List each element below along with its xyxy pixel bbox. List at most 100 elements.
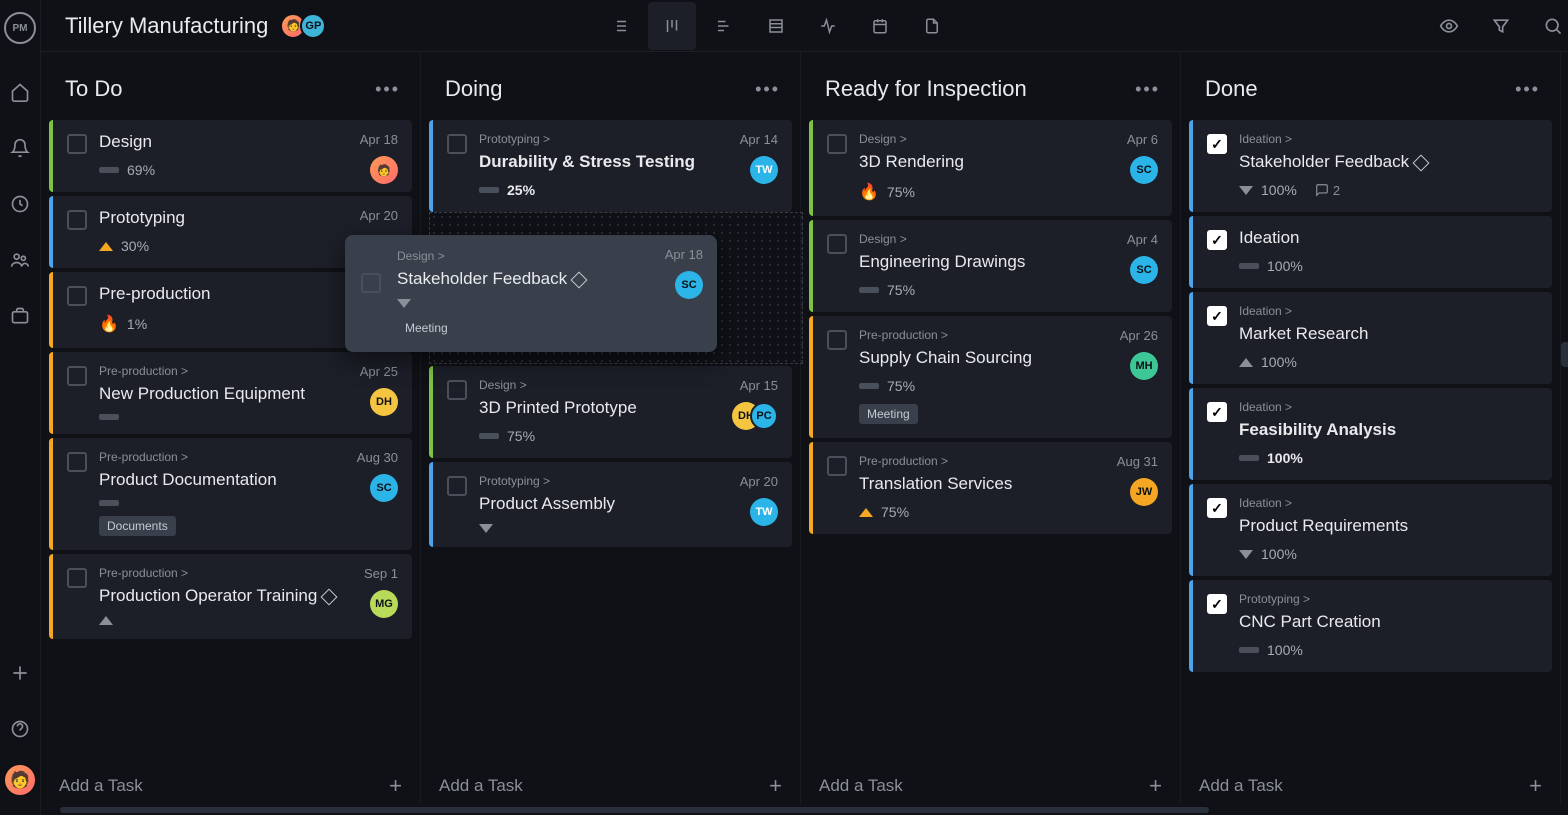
task-card[interactable]: Prototyping > Durability & Stress Testin… xyxy=(429,120,792,212)
activity-view-icon[interactable] xyxy=(804,2,852,50)
column-title: Done xyxy=(1205,76,1258,102)
search-icon[interactable] xyxy=(1537,2,1568,50)
card-percent: 100% xyxy=(1261,546,1297,562)
task-card[interactable]: Ideation > Stakeholder Feedback 100% 2 xyxy=(1189,120,1552,212)
files-view-icon[interactable] xyxy=(908,2,956,50)
card-title: Ideation xyxy=(1239,228,1538,248)
app-logo[interactable]: PM xyxy=(4,12,36,44)
edge-column-tab[interactable]: To xyxy=(1561,342,1568,367)
task-card[interactable]: Prototyping > Product Assembly Apr 20TW xyxy=(429,462,792,547)
priority-down-icon xyxy=(397,299,411,308)
card-parent: Prototyping > xyxy=(1239,592,1538,606)
list-view-icon[interactable] xyxy=(596,2,644,50)
member-chip[interactable]: GP xyxy=(300,13,326,39)
assignee-avatar[interactable]: DH xyxy=(370,388,398,416)
task-card[interactable]: Pre-production > New Production Equipmen… xyxy=(49,352,412,434)
plus-icon: + xyxy=(769,773,782,799)
card-checkbox[interactable] xyxy=(1207,306,1227,326)
board-column: Done ••• Ideation > Stakeholder Feedback… xyxy=(1181,52,1561,815)
assignee-avatar[interactable]: TW xyxy=(750,498,778,526)
task-card[interactable]: Ideation > Feasibility Analysis 100% xyxy=(1189,388,1552,480)
column-menu-icon[interactable]: ••• xyxy=(375,79,400,100)
task-card[interactable]: Pre-production > Production Operator Tra… xyxy=(49,554,412,639)
home-icon[interactable] xyxy=(0,72,40,112)
card-checkbox[interactable] xyxy=(361,273,381,293)
card-parent: Design > xyxy=(859,132,1158,146)
assignee-avatar[interactable]: PC xyxy=(750,402,778,430)
board-view-icon[interactable] xyxy=(648,2,696,50)
card-checkbox[interactable] xyxy=(1207,402,1227,422)
card-checkbox[interactable] xyxy=(67,286,87,306)
calendar-view-icon[interactable] xyxy=(856,2,904,50)
assignee-avatar[interactable]: MG xyxy=(370,590,398,618)
task-card[interactable]: Pre-production > Product Documentation D… xyxy=(49,438,412,550)
card-checkbox[interactable] xyxy=(827,456,847,476)
member-chips[interactable]: 🧑 GP xyxy=(286,13,326,39)
card-checkbox[interactable] xyxy=(67,452,87,472)
card-checkbox[interactable] xyxy=(1207,134,1227,154)
card-checkbox[interactable] xyxy=(1207,230,1227,250)
card-checkbox[interactable] xyxy=(827,234,847,254)
assignee-avatar[interactable]: 🧑 xyxy=(370,156,398,184)
dragging-card[interactable]: Design > Stakeholder Feedback Meeting Ap… xyxy=(345,235,717,352)
card-percent: 100% xyxy=(1267,642,1303,658)
card-date: Apr 15 xyxy=(740,378,778,393)
card-percent: 100% xyxy=(1267,450,1303,466)
task-card[interactable]: Design 69% Apr 18🧑 xyxy=(49,120,412,192)
task-card[interactable]: Ideation > Market Research 100% xyxy=(1189,292,1552,384)
card-checkbox[interactable] xyxy=(67,134,87,154)
bell-icon[interactable] xyxy=(0,128,40,168)
clock-icon[interactable] xyxy=(0,184,40,224)
card-checkbox[interactable] xyxy=(447,134,467,154)
help-icon[interactable] xyxy=(0,709,40,749)
column-header: To Do ••• xyxy=(41,52,420,120)
card-checkbox[interactable] xyxy=(1207,498,1227,518)
filter-icon[interactable] xyxy=(1485,2,1517,50)
comment-icon[interactable]: 2 xyxy=(1315,183,1340,198)
card-checkbox[interactable] xyxy=(447,476,467,496)
plus-icon: + xyxy=(389,773,402,799)
priority-bar-icon xyxy=(99,500,119,506)
assignee-avatar[interactable]: SC xyxy=(1130,256,1158,284)
card-checkbox[interactable] xyxy=(827,330,847,350)
task-card[interactable]: Ideation > Product Requirements 100% xyxy=(1189,484,1552,576)
task-card[interactable]: Ideation 100% xyxy=(1189,216,1552,288)
card-percent: 25% xyxy=(507,182,535,198)
kanban-board: To Do ••• Design 69% Apr 18🧑 Prototyping… xyxy=(41,52,1568,815)
task-card[interactable]: Design > 3D Rendering 🔥75% Apr 6SC xyxy=(809,120,1172,216)
card-checkbox[interactable] xyxy=(447,380,467,400)
assignee-avatar[interactable]: SC xyxy=(675,271,703,299)
task-card[interactable]: Design > Engineering Drawings 75% Apr 4S… xyxy=(809,220,1172,312)
assignee-avatar[interactable]: TW xyxy=(750,156,778,184)
plus-icon[interactable] xyxy=(0,653,40,693)
assignee-avatar[interactable]: SC xyxy=(1130,156,1158,184)
card-checkbox[interactable] xyxy=(67,210,87,230)
assignee-avatar[interactable]: SC xyxy=(370,474,398,502)
task-card[interactable]: Pre-production > Translation Services 75… xyxy=(809,442,1172,534)
column-menu-icon[interactable]: ••• xyxy=(1515,79,1540,100)
eye-icon[interactable] xyxy=(1433,2,1465,50)
sheet-view-icon[interactable] xyxy=(752,2,800,50)
add-task-label: Add a Task xyxy=(1199,776,1283,796)
assignee-avatar[interactable]: MH xyxy=(1130,352,1158,380)
card-date: Apr 4 xyxy=(1127,232,1158,247)
people-icon[interactable] xyxy=(0,240,40,280)
horizontal-scrollbar[interactable] xyxy=(56,805,1568,815)
assignee-avatar[interactable]: JW xyxy=(1130,478,1158,506)
card-checkbox[interactable] xyxy=(827,134,847,154)
gantt-view-icon[interactable] xyxy=(700,2,748,50)
briefcase-icon[interactable] xyxy=(0,296,40,336)
column-menu-icon[interactable]: ••• xyxy=(1135,79,1160,100)
task-card[interactable]: Pre-production > Supply Chain Sourcing 7… xyxy=(809,316,1172,438)
card-checkbox[interactable] xyxy=(67,366,87,386)
card-checkbox[interactable] xyxy=(67,568,87,588)
card-percent: 100% xyxy=(1261,354,1297,370)
task-card[interactable]: Prototyping > CNC Part Creation 100% xyxy=(1189,580,1552,672)
card-title: Product Assembly xyxy=(479,494,778,514)
card-date: Apr 26 xyxy=(1120,328,1158,343)
column-menu-icon[interactable]: ••• xyxy=(755,79,780,100)
user-avatar[interactable]: 🧑 xyxy=(5,765,35,795)
card-checkbox[interactable] xyxy=(1207,594,1227,614)
task-card[interactable]: Design > 3D Printed Prototype 75% Apr 15… xyxy=(429,366,792,458)
column-body: Ideation > Stakeholder Feedback 100% 2 I… xyxy=(1181,120,1560,757)
